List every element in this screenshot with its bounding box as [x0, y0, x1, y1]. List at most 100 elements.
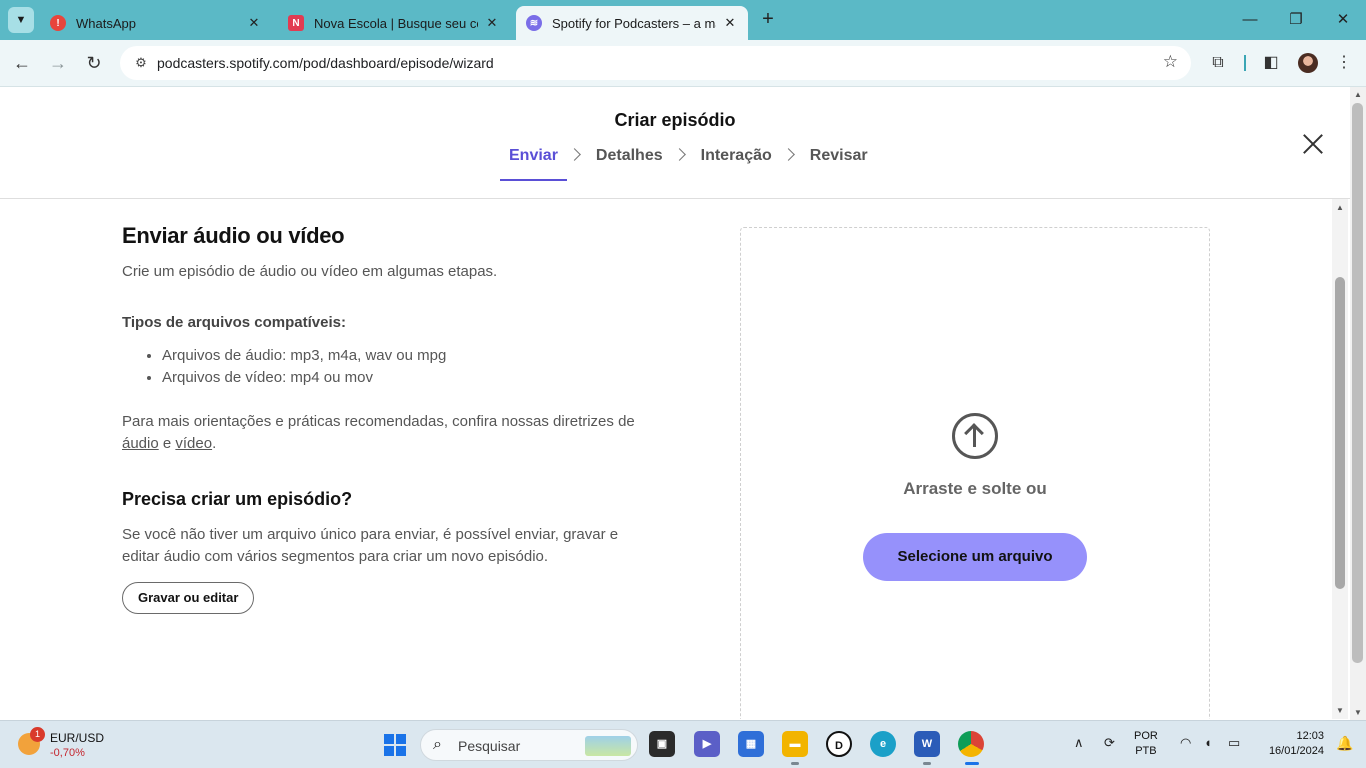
spotify-icon: ≋: [526, 15, 542, 31]
close-tab-icon[interactable]: ✕: [484, 15, 500, 31]
search-icon: ⌕: [433, 736, 442, 753]
guidance-and: e: [158, 435, 176, 452]
side-panel-icon[interactable]: ◧: [1259, 51, 1283, 75]
language-code: POR: [1134, 730, 1158, 742]
upload-instructions: Enviar áudio ou vídeo Crie um episódio d…: [122, 223, 652, 614]
forward-button[interactable]: →: [45, 50, 71, 76]
scroll-up-icon[interactable]: ▲: [1336, 203, 1344, 212]
minimize-icon[interactable]: —: [1238, 8, 1262, 32]
content-scrollbar[interactable]: ▲ ▼: [1332, 199, 1348, 719]
record-or-edit-button[interactable]: Gravar ou editar: [122, 582, 255, 614]
widget-value: -0,70%: [50, 747, 85, 759]
file-dropzone[interactable]: Arraste e solte ou Selecione um arquivo: [740, 227, 1210, 719]
sync-icon[interactable]: ⟳: [1104, 735, 1115, 751]
search-placeholder: Pesquisar: [458, 738, 521, 754]
chrome-icon[interactable]: [958, 731, 984, 757]
restore-icon[interactable]: ❐: [1284, 8, 1308, 32]
reload-button[interactable]: ↻: [81, 50, 107, 76]
chat-icon[interactable]: ▶: [694, 731, 720, 757]
menu-dots-icon[interactable]: ⋮: [1332, 51, 1356, 75]
search-highlight-image: [585, 736, 631, 756]
guidance-prefix: Para mais orientações e práticas recomen…: [122, 413, 635, 430]
battery-icon[interactable]: ▭: [1228, 735, 1240, 751]
dell-icon[interactable]: D: [826, 731, 852, 757]
tab-spotify-podcasters[interactable]: ≋ Spotify for Podcasters – a mane ✕: [516, 6, 748, 40]
notification-bell-icon[interactable]: 🔔: [1336, 735, 1353, 752]
upload-content: Enviar áudio ou vídeo Crie um episódio d…: [0, 199, 1332, 719]
clock-time: 12:03: [1296, 730, 1324, 742]
clock-date: 16/01/2024: [1268, 745, 1324, 757]
select-file-button[interactable]: Selecione um arquivo: [863, 533, 1087, 581]
clock[interactable]: 12:03 16/01/2024: [1258, 729, 1324, 759]
scrollbar-thumb[interactable]: [1335, 277, 1345, 589]
bookmark-star-icon[interactable]: ☆: [1163, 52, 1178, 72]
guidance-suffix: .: [212, 435, 217, 452]
file-types-heading: Tipos de arquivos compatíveis:: [122, 314, 346, 331]
widget-name: EUR/USD: [50, 731, 105, 745]
address-bar[interactable]: ⚙ podcasters.spotify.com/pod/dashboard/e…: [120, 46, 1191, 80]
close-tab-icon[interactable]: ✕: [722, 15, 738, 31]
browser-toolbar: ← → ↻ ⚙ podcasters.spotify.com/pod/dashb…: [0, 40, 1366, 87]
video-guidelines-link[interactable]: vídeo: [175, 435, 212, 452]
url-text[interactable]: podcasters.spotify.com/pod/dashboard/epi…: [157, 55, 494, 71]
nova-escola-icon: N: [288, 15, 304, 31]
list-item: Arquivos de vídeo: mp4 ou mov: [162, 367, 652, 389]
upload-description: Crie um episódio de áudio ou vídeo em al…: [122, 263, 498, 280]
scrollbar-thumb[interactable]: [1352, 103, 1363, 663]
wizard-header: Criar episódio Enviar Detalhes Interação…: [0, 87, 1350, 199]
system-tray: ∧ ⟳ POR PTB ◠ ◖ ▭ 12:03 16/01/2024 🔔: [1070, 721, 1366, 768]
windows-start-icon[interactable]: [384, 734, 406, 756]
page-scrollbar[interactable]: ▲ ▼: [1350, 87, 1366, 720]
running-indicator: [923, 762, 931, 765]
chevron-right-icon: [784, 150, 798, 160]
close-tab-icon[interactable]: ✕: [246, 15, 262, 31]
tab-nova-escola[interactable]: N Nova Escola | Busque seu conte ✕: [278, 6, 510, 40]
running-indicator: [791, 762, 799, 765]
back-button[interactable]: ←: [9, 50, 35, 76]
browser-tab-strip: ▼ ! WhatsApp ✕ N Nova Escola | Busque se…: [0, 0, 1366, 40]
profile-avatar[interactable]: [1298, 53, 1318, 73]
taskbar-search[interactable]: ⌕ Pesquisar: [420, 729, 638, 761]
show-hidden-icons-icon[interactable]: ∧: [1074, 735, 1084, 751]
guidance-text: Para mais orientações e práticas recomen…: [122, 411, 652, 455]
chevron-right-icon: [675, 150, 689, 160]
drag-drop-text: Arraste e solte ou: [903, 479, 1047, 498]
word-icon[interactable]: W: [914, 731, 940, 757]
keyboard-layout: PTB: [1135, 745, 1157, 757]
close-wizard-icon[interactable]: [1301, 132, 1325, 156]
file-explorer-icon[interactable]: ▬: [782, 731, 808, 757]
create-episode-description: Se você não tiver um arquivo único para …: [122, 526, 619, 565]
tab-search-chevron-icon[interactable]: ▼: [8, 7, 34, 33]
wifi-icon[interactable]: ◠: [1180, 735, 1191, 751]
upload-heading: Enviar áudio ou vídeo: [122, 223, 345, 248]
upload-arrow-icon: [952, 413, 998, 459]
window-close-icon[interactable]: ✕: [1331, 8, 1355, 32]
store-icon[interactable]: ▦: [738, 731, 764, 757]
tab-whatsapp[interactable]: ! WhatsApp ✕: [40, 6, 272, 40]
volume-icon[interactable]: ◖: [1204, 735, 1212, 750]
step-detalhes[interactable]: Detalhes: [587, 147, 672, 179]
wizard-steps: Enviar Detalhes Interação Revisar: [500, 147, 877, 181]
site-settings-icon[interactable]: ⚙: [132, 54, 150, 72]
windows-taskbar: 1 EUR/USD -0,70% ⌕ Pesquisar ▣ ▶ ▦ ▬ D e…: [0, 720, 1366, 768]
notification-badge: 1: [30, 727, 45, 742]
language-indicator[interactable]: POR PTB: [1134, 729, 1158, 759]
chevron-right-icon: [570, 150, 584, 160]
step-interacao[interactable]: Interação: [692, 147, 781, 179]
scroll-up-icon[interactable]: ▲: [1354, 90, 1362, 99]
step-enviar[interactable]: Enviar: [500, 147, 567, 181]
scroll-down-icon[interactable]: ▼: [1336, 706, 1344, 715]
new-tab-button[interactable]: +: [756, 8, 780, 32]
active-app-indicator: [965, 762, 979, 765]
audio-guidelines-link[interactable]: áudio: [122, 435, 159, 452]
page-title: Criar episódio: [614, 110, 736, 130]
list-item: Arquivos de áudio: mp3, m4a, wav ou mpg: [162, 345, 652, 367]
task-view-icon[interactable]: ▣: [649, 731, 675, 757]
step-revisar[interactable]: Revisar: [801, 147, 877, 179]
edge-icon[interactable]: e: [870, 731, 896, 757]
extensions-icon[interactable]: ⧉: [1206, 51, 1230, 75]
create-episode-heading: Precisa criar um episódio?: [122, 489, 353, 509]
scroll-down-icon[interactable]: ▼: [1354, 708, 1362, 717]
currency-widget[interactable]: 1 EUR/USD -0,70%: [14, 727, 114, 763]
toolbar-divider: [1244, 55, 1246, 71]
